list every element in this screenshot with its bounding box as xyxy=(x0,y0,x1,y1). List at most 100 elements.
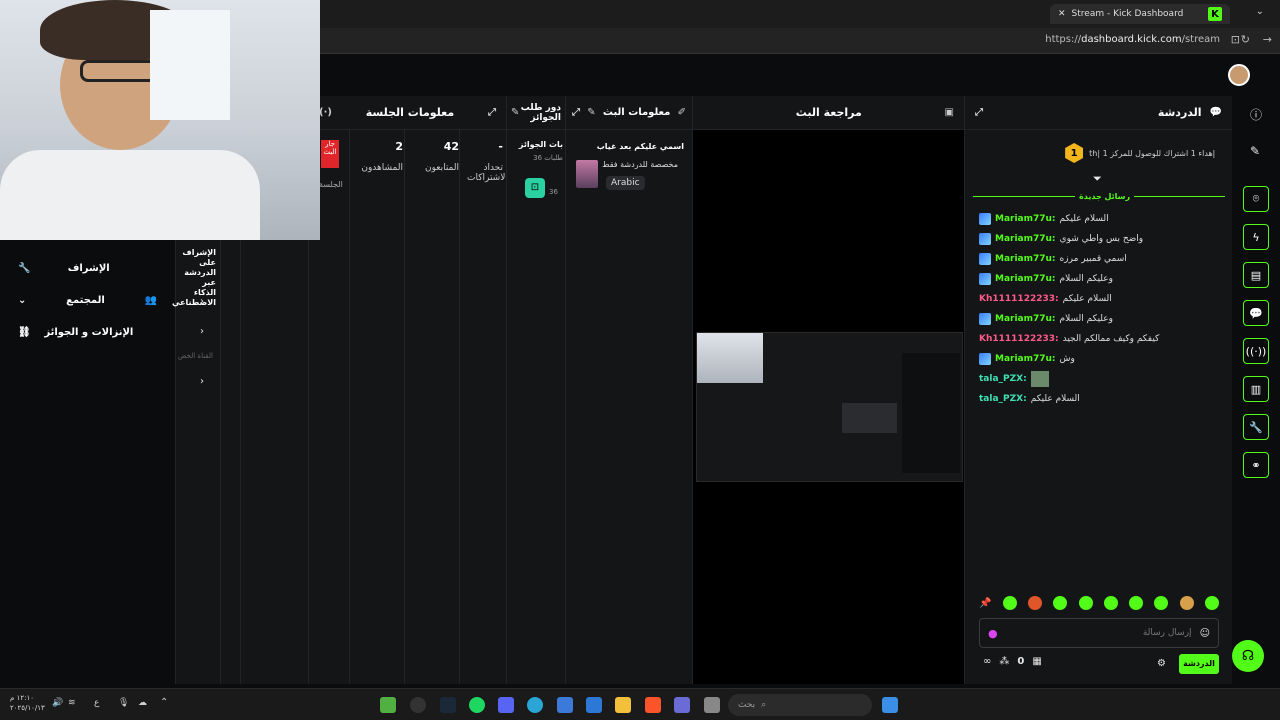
sidebar-item-drops[interactable]: ⛓ الإنزالات و الجوائز xyxy=(0,316,175,348)
expand-icon[interactable]: ⤢ xyxy=(975,107,983,118)
pinned-icon[interactable]: ⏷ xyxy=(1093,172,1102,186)
cloud-icon[interactable]: ☁ xyxy=(138,698,147,708)
emote[interactable] xyxy=(1053,596,1068,610)
chat-message[interactable]: Mariam77u: اسمي قمبير مرزه xyxy=(979,249,1219,269)
chat-message[interactable]: Mariam77u: وعليكم السلام xyxy=(979,269,1219,289)
avatar[interactable] xyxy=(1228,64,1250,86)
chat-username[interactable]: Mariam77u: xyxy=(995,234,1056,244)
emote[interactable] xyxy=(1078,596,1093,610)
sidebar-item-community[interactable]: ⌄ المجتمع 👥 xyxy=(0,284,175,316)
pin-icon[interactable]: ✐ xyxy=(678,107,686,118)
chat-message[interactable]: tala_PZX: xyxy=(979,369,1219,389)
edge-icon[interactable] xyxy=(527,697,543,713)
chat-username[interactable]: tala_PZX: xyxy=(979,394,1027,404)
wrench-icon[interactable]: 🔧 xyxy=(1243,414,1269,440)
chat-message[interactable]: Mariam77u: وعليكم السلام xyxy=(979,309,1219,329)
steam-icon[interactable] xyxy=(440,697,456,713)
chevron-up-icon[interactable]: ⌃ xyxy=(160,697,168,708)
subscriber-badge-icon xyxy=(979,353,991,365)
edit-icon[interactable]: ✎ xyxy=(587,107,595,118)
chevron-down-icon[interactable]: ⌄ xyxy=(1256,6,1264,17)
stream-preview-video[interactable] xyxy=(696,332,963,482)
info-icon[interactable]: ⓘ xyxy=(1250,106,1262,123)
brave-icon[interactable] xyxy=(645,697,661,713)
reload-icon[interactable]: ↻ xyxy=(1241,33,1250,46)
emote[interactable] xyxy=(1002,596,1017,610)
store-icon[interactable] xyxy=(586,697,602,713)
emote[interactable] xyxy=(1204,596,1219,610)
xbox-icon[interactable] xyxy=(380,697,396,713)
app-icon[interactable] xyxy=(674,697,690,713)
search-box[interactable]: ⌕ بحث xyxy=(728,694,872,716)
chat-username[interactable]: Kh1111122233: xyxy=(979,334,1059,344)
chat-text: اسمي قمبير مرزه xyxy=(1059,254,1127,264)
mail-icon[interactable] xyxy=(557,697,573,713)
users-icon[interactable]: ⁂ xyxy=(999,656,1009,667)
folder-icon[interactable] xyxy=(615,697,631,713)
emote[interactable] xyxy=(1179,596,1194,610)
gear-icon[interactable]: ⚙ xyxy=(1157,658,1166,669)
spotify-icon[interactable] xyxy=(469,697,485,713)
chat-message[interactable]: Kh1111122233: السلام عليكم xyxy=(979,289,1219,309)
browser-tab[interactable]: ✕ Stream - Kick Dashboard K xyxy=(1050,4,1230,24)
chat-username[interactable]: Mariam77u: xyxy=(995,274,1056,284)
support-button[interactable]: ☊ xyxy=(1232,640,1264,672)
emote[interactable] xyxy=(1129,596,1144,610)
wifi-icon[interactable]: ≋ xyxy=(68,698,76,708)
address-bar[interactable]: https://dashboard.kick.com/stream ⊡ ↻ → xyxy=(320,28,1280,54)
chat-message[interactable]: Mariam77u: السلام عليكم xyxy=(979,209,1219,229)
infinity-icon[interactable]: ∞ xyxy=(983,656,991,667)
expand-icon[interactable]: ⤢ xyxy=(572,107,580,118)
category-thumbnail[interactable] xyxy=(576,160,598,188)
emote[interactable] xyxy=(1154,596,1169,610)
pin-icon[interactable]: 📌 xyxy=(979,598,991,609)
chat-message[interactable]: tala_PZX: السلام عليكم xyxy=(979,389,1219,409)
emote[interactable] xyxy=(1103,596,1118,610)
discord-icon[interactable] xyxy=(498,697,514,713)
task-view-icon[interactable] xyxy=(704,697,720,713)
chat-username[interactable]: Kh1111122233: xyxy=(979,294,1059,304)
language-indicator[interactable]: ع xyxy=(94,698,99,708)
broadcast-icon[interactable]: ((·)) xyxy=(1243,338,1269,364)
wrench-icon: 🔧 xyxy=(18,262,31,274)
send-chat-button[interactable]: الدردشة xyxy=(1179,654,1219,674)
chat-username[interactable]: Mariam77u: xyxy=(995,254,1056,264)
expand-icon[interactable]: ⤢ xyxy=(488,107,496,118)
category-name[interactable]: مخصصة للدردشة فقط xyxy=(602,160,678,169)
chat-message[interactable]: Kh1111122233: كيفكم وكيف ممالكم الجيد xyxy=(979,329,1219,349)
forward-icon[interactable]: → xyxy=(1263,33,1272,46)
chat-input[interactable]: ● إرسال رسالة ☺ xyxy=(979,618,1219,648)
document-icon[interactable]: ▤ xyxy=(1243,262,1269,288)
clock[interactable]: ١٢:١٠ م ٢٠٢٥/١٠/١٣ xyxy=(10,693,45,713)
emote[interactable] xyxy=(1028,596,1043,610)
sidebar-item-moderation[interactable]: 🔧 الإشراف xyxy=(0,252,175,284)
chat-username[interactable]: tala_PZX: xyxy=(979,374,1027,384)
mic-icon[interactable]: 🎙 xyxy=(118,698,129,708)
layout-icon[interactable]: ▥ xyxy=(1243,376,1269,402)
chat-message[interactable]: Mariam77u: واضح بس واطي شوي xyxy=(979,229,1219,249)
chat-icon[interactable]: 💬 xyxy=(1243,300,1269,326)
pin-icon[interactable]: ✎ xyxy=(511,107,519,118)
reward-icon[interactable]: ⊡ xyxy=(525,178,545,198)
store-icon[interactable]: ▦ xyxy=(1032,656,1041,667)
emoji-icon[interactable]: ☺ xyxy=(1200,628,1210,639)
volume-icon[interactable]: 🔊 xyxy=(52,698,63,708)
start-icon[interactable] xyxy=(882,697,898,713)
chevron-right-icon[interactable]: › xyxy=(200,296,204,307)
url-text[interactable]: https://dashboard.kick.com/stream xyxy=(1045,34,1220,45)
chat-message[interactable]: Mariam77u: وش xyxy=(979,349,1219,369)
chevron-right-icon[interactable]: › xyxy=(200,376,204,387)
camera-icon[interactable]: ⌾ xyxy=(1243,186,1269,212)
chevron-right-icon[interactable]: › xyxy=(200,326,204,337)
chat-username[interactable]: Mariam77u: xyxy=(995,314,1056,324)
monitor-icon[interactable]: ▣ xyxy=(945,107,954,118)
pencil-icon[interactable]: ✎ xyxy=(1250,144,1260,158)
obs-icon[interactable] xyxy=(410,697,426,713)
chat-username[interactable]: Mariam77u: xyxy=(995,214,1056,224)
chat-username[interactable]: Mariam77u: xyxy=(995,354,1056,364)
mic-icon[interactable]: ● xyxy=(988,627,998,640)
share-icon[interactable]: ⚭ xyxy=(1243,452,1269,478)
bolt-icon[interactable]: ϟ xyxy=(1243,224,1269,250)
gift-goal[interactable]: إهداء 1 اشتراك للوصول للمركز 1 |th 1 xyxy=(1035,142,1215,164)
close-icon[interactable]: ✕ xyxy=(1058,9,1066,19)
